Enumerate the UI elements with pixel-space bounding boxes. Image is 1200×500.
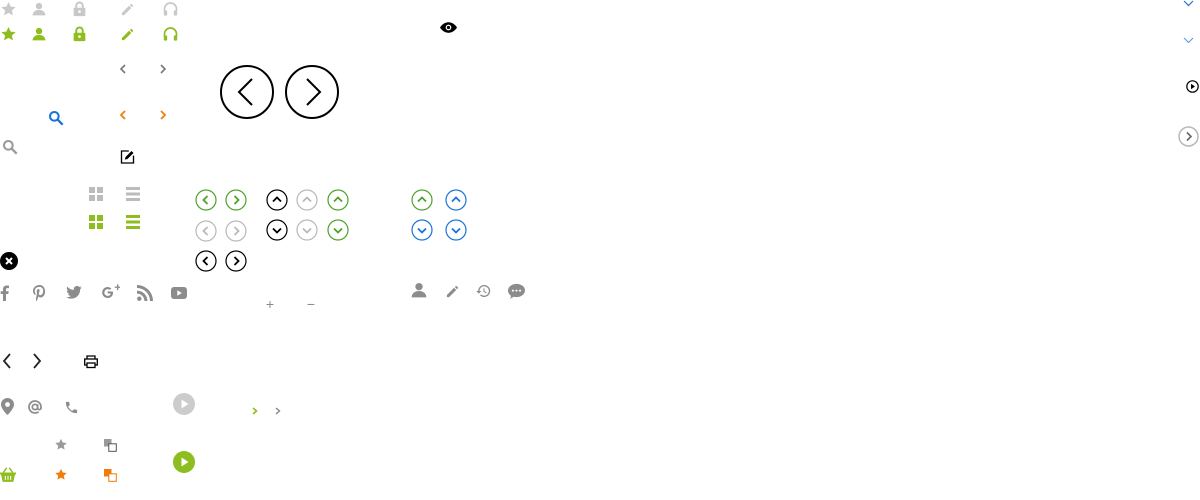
chevron-right-icon[interactable]	[285, 65, 339, 119]
chevron-down-icon[interactable]	[1183, 37, 1194, 44]
chevron-up-icon[interactable]	[266, 189, 288, 211]
chevron-up-icon[interactable]	[296, 189, 318, 211]
play-icon[interactable]	[1186, 80, 1199, 93]
chevron-right-icon[interactable]	[225, 189, 247, 211]
headphones-icon	[163, 27, 178, 41]
close-icon[interactable]	[0, 252, 18, 270]
chevron-down-icon[interactable]	[1183, 0, 1194, 7]
chevron-up-icon[interactable]	[327, 189, 349, 211]
google-plus-icon[interactable]	[102, 284, 120, 301]
search-icon[interactable]	[48, 110, 64, 126]
chevron-left-icon[interactable]	[2, 353, 12, 369]
chevron-right-icon[interactable]	[275, 407, 281, 415]
phone-icon	[65, 401, 78, 414]
user-icon	[411, 283, 427, 298]
copy-icon[interactable]	[104, 439, 117, 452]
eye-icon[interactable]	[440, 22, 457, 33]
play-icon[interactable]	[173, 451, 195, 473]
star-icon	[1, 27, 16, 41]
play-icon[interactable]	[173, 393, 195, 415]
twitter-icon[interactable]	[66, 285, 82, 299]
plus-button[interactable]: +	[263, 297, 277, 311]
copy-icon[interactable]	[104, 469, 117, 482]
chevron-left-icon[interactable]	[119, 110, 127, 120]
user-icon	[32, 27, 46, 41]
chevron-left-icon[interactable]	[195, 250, 217, 272]
star-icon	[55, 438, 67, 450]
chevron-down-icon[interactable]	[411, 219, 433, 241]
star-icon	[1, 2, 16, 16]
chevron-down-icon[interactable]	[296, 219, 318, 241]
comment-icon[interactable]	[508, 283, 525, 299]
basket-icon[interactable]	[0, 467, 16, 482]
chevron-right-icon[interactable]	[1178, 126, 1199, 147]
chevron-down-icon[interactable]	[445, 219, 467, 241]
history-icon[interactable]	[475, 283, 492, 299]
search-icon[interactable]	[2, 139, 18, 155]
edit-icon[interactable]	[119, 149, 136, 165]
facebook-icon[interactable]	[0, 285, 10, 301]
at-icon	[28, 400, 42, 414]
pencil-icon	[121, 3, 134, 16]
youtube-icon[interactable]	[171, 287, 187, 299]
grid-view-icon[interactable]	[89, 215, 103, 229]
chevron-down-icon[interactable]	[327, 219, 349, 241]
chevron-left-icon[interactable]	[195, 189, 217, 211]
lock-icon	[73, 26, 86, 42]
chevron-right-icon[interactable]	[32, 353, 42, 369]
star-icon	[55, 468, 67, 480]
chevron-left-icon[interactable]	[220, 65, 274, 119]
list-view-icon[interactable]	[126, 187, 140, 201]
rss-icon[interactable]	[137, 285, 153, 301]
list-view-icon[interactable]	[126, 215, 140, 229]
chevron-right-icon[interactable]	[159, 110, 167, 120]
lock-icon	[73, 1, 86, 17]
chevron-right-icon[interactable]	[225, 220, 247, 242]
chevron-left-icon[interactable]	[119, 64, 127, 74]
chevron-left-icon[interactable]	[195, 220, 217, 242]
grid-view-icon[interactable]	[89, 187, 103, 201]
print-icon[interactable]	[84, 355, 98, 369]
chevron-up-icon[interactable]	[445, 189, 467, 211]
headphones-icon	[163, 2, 178, 16]
pinterest-icon[interactable]	[33, 285, 46, 302]
chevron-right-icon[interactable]	[225, 250, 247, 272]
chevron-right-icon[interactable]	[252, 407, 258, 415]
user-icon	[32, 2, 46, 16]
chevron-up-icon[interactable]	[411, 189, 433, 211]
chevron-right-icon[interactable]	[159, 64, 167, 74]
chevron-down-icon[interactable]	[266, 219, 288, 241]
minus-button[interactable]: −	[304, 297, 318, 311]
location-pin-icon	[1, 398, 14, 415]
pencil-icon	[121, 28, 134, 41]
pencil-icon[interactable]	[445, 284, 460, 299]
